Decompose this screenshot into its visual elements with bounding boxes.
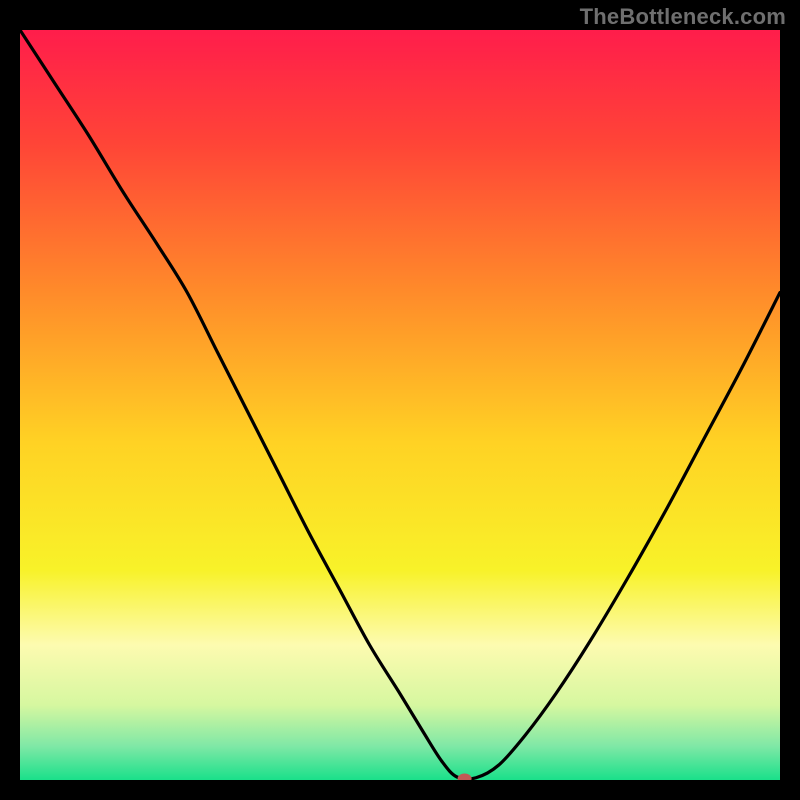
gradient-background — [20, 30, 780, 780]
chart-plot-area — [20, 30, 780, 780]
chart-svg — [20, 30, 780, 780]
watermark-text: TheBottleneck.com — [580, 4, 786, 30]
chart-frame: TheBottleneck.com — [0, 0, 800, 800]
